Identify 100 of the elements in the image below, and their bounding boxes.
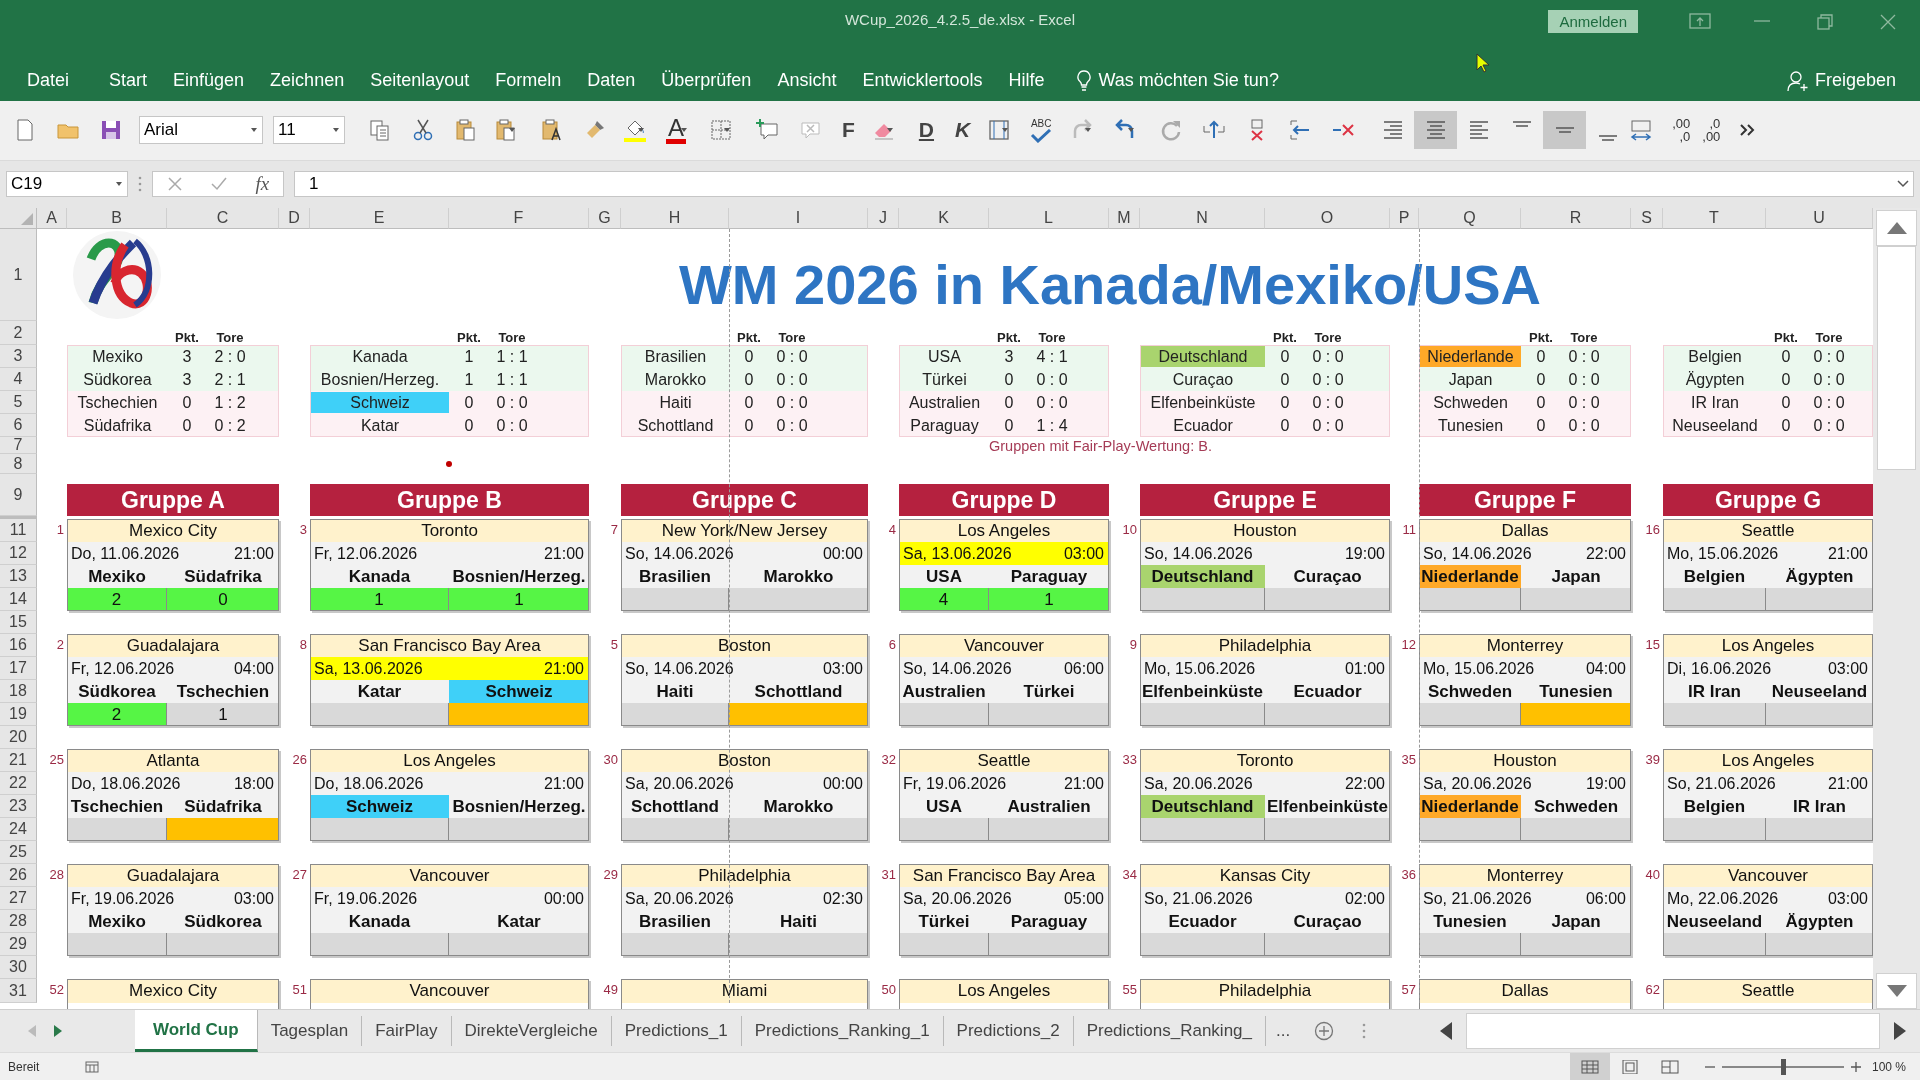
zoom-in-icon[interactable] xyxy=(1849,1060,1862,1073)
row-header[interactable]: 28 xyxy=(0,910,37,934)
score-cell[interactable] xyxy=(1265,588,1390,612)
clipboard-icon[interactable] xyxy=(494,118,518,143)
lightbulb-icon[interactable] xyxy=(1076,69,1093,92)
column-header[interactable]: H xyxy=(621,208,729,230)
score-cell[interactable] xyxy=(449,818,589,842)
score-cell[interactable] xyxy=(1140,588,1265,612)
row-header[interactable]: 22 xyxy=(0,772,37,796)
column-header[interactable]: U xyxy=(1766,208,1873,230)
sheet-tab[interactable]: Predictions_2 xyxy=(943,1016,1074,1046)
dropdown-caret-icon[interactable] xyxy=(115,181,123,188)
menu-item[interactable]: Entwicklertools xyxy=(862,70,983,92)
score-cell[interactable] xyxy=(1265,818,1390,842)
insert-function-button[interactable]: fx xyxy=(255,173,270,196)
score-cell[interactable] xyxy=(1265,933,1390,957)
row-header[interactable]: 13 xyxy=(0,565,37,589)
dropdown-caret-icon[interactable] xyxy=(637,127,645,134)
dropdown-caret-icon[interactable] xyxy=(1001,127,1010,134)
column-header[interactable]: G xyxy=(589,208,621,230)
sheet-tab[interactable]: Tagesplan xyxy=(257,1016,363,1046)
tell-me-search[interactable]: Was möchten Sie tun? xyxy=(1098,70,1279,92)
row-header[interactable]: 24 xyxy=(0,818,37,842)
score-cell[interactable] xyxy=(1140,818,1265,842)
column-header[interactable]: R xyxy=(1521,208,1631,230)
select-all-icon[interactable] xyxy=(21,213,33,226)
row-header[interactable]: 31 xyxy=(0,979,37,1004)
row-header[interactable]: 18 xyxy=(0,680,37,704)
score-cell[interactable] xyxy=(989,703,1109,727)
menu-item[interactable]: Zeichnen xyxy=(270,70,345,92)
column-header[interactable]: P xyxy=(1390,208,1419,230)
increase-decimal-button[interactable]: ,00 ,0 xyxy=(1672,117,1691,144)
column-header[interactable]: M xyxy=(1109,208,1140,230)
score-cell[interactable] xyxy=(621,818,729,842)
sheet-tab[interactable]: Predictions_1 xyxy=(611,1016,742,1046)
copy-icon[interactable] xyxy=(368,118,392,143)
score-cell[interactable] xyxy=(1419,933,1521,957)
borders-icon[interactable] xyxy=(709,118,733,143)
score-cell[interactable] xyxy=(1419,703,1521,727)
scroll-down-button[interactable] xyxy=(1876,973,1917,1010)
column-header[interactable]: O xyxy=(1265,208,1390,230)
row-header[interactable]: 8 xyxy=(0,454,37,475)
score-cell[interactable] xyxy=(1265,703,1390,727)
scissors-icon[interactable] xyxy=(411,118,435,143)
bold-button[interactable]: F xyxy=(838,118,859,143)
sheet-tab[interactable]: Predictions_Ranking_ xyxy=(1073,1016,1266,1046)
row-header[interactable]: 5 xyxy=(0,391,37,415)
row-header[interactable]: 30 xyxy=(0,956,37,980)
menu-item[interactable]: Start xyxy=(109,70,148,92)
score-cell[interactable] xyxy=(1419,588,1521,612)
column-header[interactable]: D xyxy=(279,208,310,230)
score-cell[interactable]: 1 xyxy=(449,588,589,612)
decrease-decimal-button[interactable]: ,0 ,00 xyxy=(1702,117,1721,144)
column-header[interactable]: C xyxy=(167,208,279,230)
menu-item[interactable]: Datei xyxy=(27,70,70,92)
score-cell[interactable] xyxy=(1521,588,1631,612)
enter-checkmark-icon[interactable] xyxy=(210,176,229,193)
sheet-tab[interactable]: DirekteVergleiche xyxy=(451,1016,612,1046)
column-header[interactable]: Q xyxy=(1419,208,1521,230)
score-cell[interactable] xyxy=(989,818,1109,842)
column-header[interactable]: N xyxy=(1140,208,1265,230)
score-cell[interactable] xyxy=(621,588,729,612)
row-header[interactable]: 4 xyxy=(0,368,37,392)
horizontal-scrollbar[interactable] xyxy=(1466,1013,1880,1050)
page-layout-view-icon[interactable] xyxy=(1620,1059,1639,1074)
menu-item[interactable]: Formeln xyxy=(495,70,562,92)
row-header[interactable]: 15 xyxy=(0,611,37,635)
score-cell[interactable] xyxy=(167,933,279,957)
more-sheets-button[interactable]: ... xyxy=(1266,1010,1301,1052)
score-cell[interactable] xyxy=(989,933,1109,957)
dropdown-caret-icon[interactable] xyxy=(723,127,731,134)
scrollbar-thumb[interactable] xyxy=(1877,246,1916,471)
row-header[interactable]: 21 xyxy=(0,749,37,773)
previous-sheet-icon[interactable] xyxy=(28,1025,36,1038)
row-header[interactable]: 2 xyxy=(0,321,37,346)
score-cell[interactable] xyxy=(310,818,449,842)
score-cell[interactable] xyxy=(1521,703,1631,727)
column-header[interactable]: L xyxy=(989,208,1109,230)
menu-item[interactable]: Daten xyxy=(587,70,636,92)
score-cell[interactable] xyxy=(621,703,729,727)
zoom-level[interactable]: 100 % xyxy=(1871,1059,1906,1074)
scroll-up-button[interactable] xyxy=(1876,210,1917,247)
font-size-field[interactable]: 11 xyxy=(273,116,345,145)
ribbon-display-icon[interactable] xyxy=(1688,11,1711,32)
column-header[interactable]: B xyxy=(67,208,167,230)
macro-recorder-icon[interactable] xyxy=(85,1060,100,1073)
row-header[interactable]: 19 xyxy=(0,703,37,727)
row-header[interactable]: 26 xyxy=(0,864,37,888)
dropdown-caret-icon[interactable] xyxy=(885,127,894,134)
person-add-icon[interactable] xyxy=(1786,69,1809,92)
row-header[interactable]: 17 xyxy=(0,657,37,681)
score-cell[interactable]: 1 xyxy=(167,703,279,727)
score-cell[interactable] xyxy=(1419,818,1521,842)
column-header[interactable]: S xyxy=(1631,208,1663,230)
row-header[interactable]: 1 xyxy=(0,229,37,322)
add-sheet-icon[interactable] xyxy=(1314,1021,1335,1042)
italic-button[interactable]: K xyxy=(951,118,975,143)
formula-field[interactable]: 1 xyxy=(294,171,1914,198)
menu-item[interactable]: Einfügen xyxy=(173,70,245,92)
score-cell[interactable] xyxy=(621,933,729,957)
